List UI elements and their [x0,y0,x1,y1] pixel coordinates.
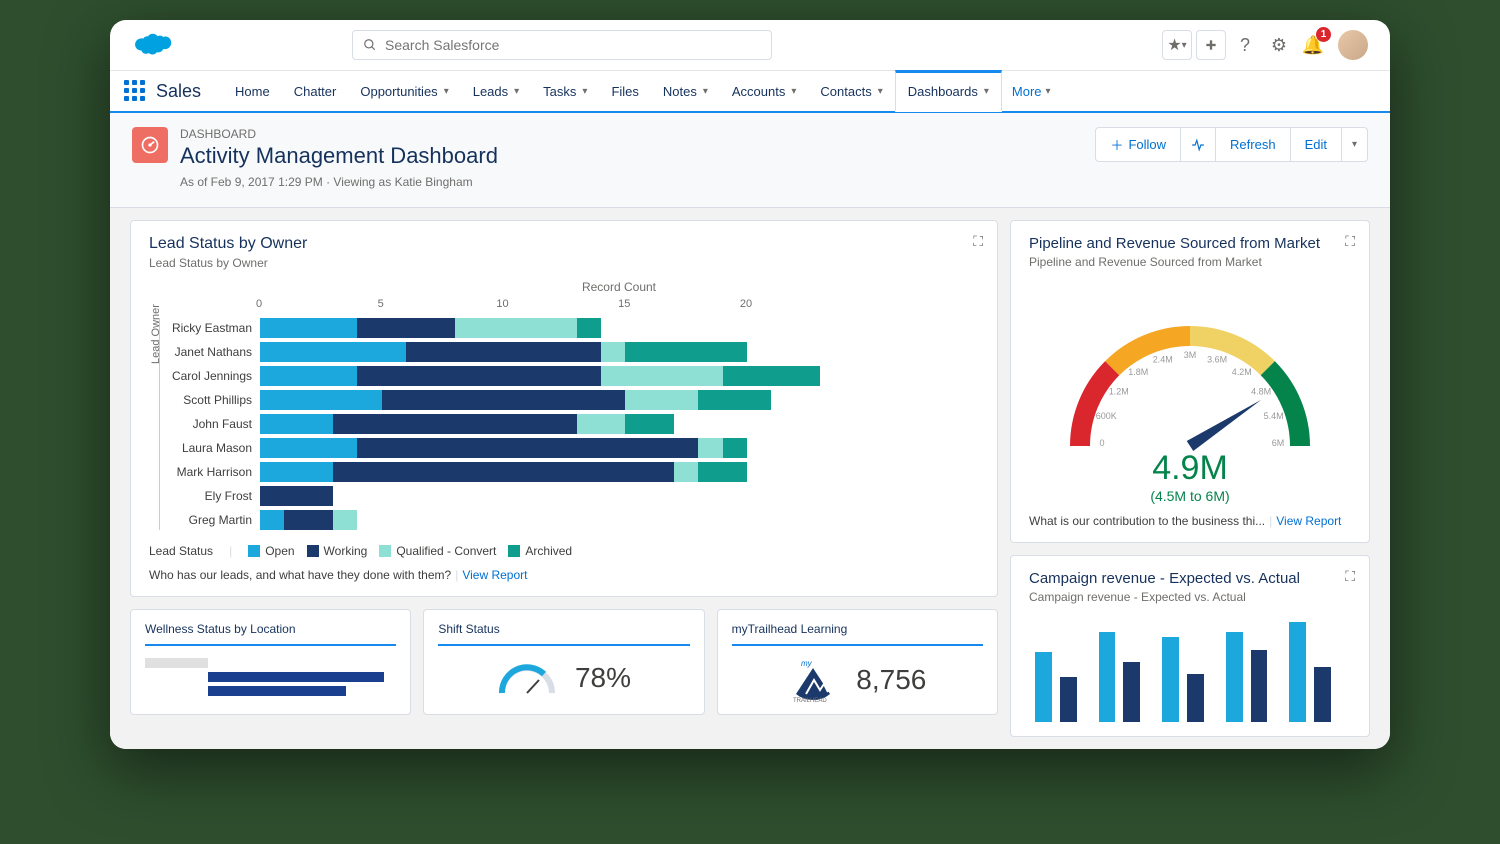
svg-text:6M: 6M [1272,438,1285,448]
chart-row: Ricky Eastman [160,318,979,338]
dashboard-header: DASHBOARD Activity Management Dashboard … [110,113,1390,208]
view-report-link[interactable]: View Report [1276,514,1341,528]
expand-icon[interactable]: ⛶ [1345,568,1355,585]
chart-row: John Faust [160,414,979,434]
svg-text:1.2M: 1.2M [1109,386,1129,396]
nav-item-tasks[interactable]: Tasks▾ [531,70,599,112]
more-actions-button[interactable]: ▾ [1341,127,1368,162]
trailhead-value: 8,756 [856,664,926,696]
nav-item-opportunities[interactable]: Opportunities▾ [348,70,460,112]
chart-row: Laura Mason [160,438,979,458]
search-box[interactable] [352,30,772,60]
pipeline-card: ⛶ Pipeline and Revenue Sourced from Mark… [1010,220,1370,543]
search-input[interactable] [385,37,761,53]
lead-status-chart: Record Count 05101520 Lead Owner Ricky E… [149,280,979,530]
notification-badge: 1 [1316,27,1331,42]
mini-title: Wellness Status by Location [145,622,396,646]
header-meta: As of Feb 9, 2017 1:29 PM · Viewing as K… [180,175,498,189]
chart-row: Greg Martin [160,510,979,530]
nav-item-leads[interactable]: Leads▾ [461,70,531,112]
top-bar: ★ ▾ ? ⚙ 🔔1 [110,20,1390,71]
svg-text:my: my [801,659,813,668]
edit-button[interactable]: Edit [1290,127,1342,162]
svg-text:TRAILHEAD: TRAILHEAD [793,698,827,702]
mini-title: myTrailhead Learning [732,622,983,646]
dashboard-icon [132,127,168,163]
x-axis-title: Record Count [259,280,979,294]
gauge-range: (4.5M to 6M) [1150,488,1229,504]
chart-row: Scott Phillips [160,390,979,410]
shift-gauge-icon [497,658,557,698]
nav-item-files[interactable]: Files [599,70,650,112]
legend: Lead Status| Open Working Qualified - Co… [149,544,979,558]
wellness-chart [145,658,396,696]
svg-text:2.4M: 2.4M [1153,354,1173,364]
help-icon[interactable]: ? [1230,30,1260,60]
y-axis-title: Lead Owner [150,304,162,364]
card-footer: What is our contribution to the business… [1029,514,1351,528]
card-subtitle: Campaign revenue - Expected vs. Actual [1029,590,1351,604]
chart-row: Carol Jennings [160,366,979,386]
refresh-button[interactable]: Refresh [1215,127,1291,162]
card-footer: Who has our leads, and what have they do… [149,568,979,582]
svg-text:600K: 600K [1096,411,1117,421]
follow-button[interactable]: ＋Follow [1095,127,1181,162]
card-title: Pipeline and Revenue Sourced from Market [1029,235,1351,252]
svg-text:1.8M: 1.8M [1128,367,1148,377]
chart-row: Ely Frost [160,486,979,506]
lead-status-card: ⛶ Lead Status by Owner Lead Status by Ow… [130,220,998,597]
nav-bar: Sales HomeChatterOpportunities▾Leads▾Tas… [110,71,1390,113]
campaign-card: ⛶ Campaign revenue - Expected vs. Actual… [1010,555,1370,737]
gauge-value: 4.9M [1152,449,1228,488]
nav-item-contacts[interactable]: Contacts▾ [808,70,894,112]
add-button[interactable] [1196,30,1226,60]
search-icon [363,38,377,52]
chart-row: Mark Harrison [160,462,979,482]
card-title: Lead Status by Owner [149,235,979,253]
svg-text:4.2M: 4.2M [1232,367,1252,377]
settings-icon[interactable]: ⚙ [1264,30,1294,60]
pipeline-gauge: 0 600K 1.2M 1.8M 2.4M 3M 3.6M 4.2M 4.8M 5.4M 6M 4.… [1029,281,1351,504]
favorites-button[interactable]: ★ ▾ [1162,30,1192,60]
card-subtitle: Pipeline and Revenue Sourced from Market [1029,255,1351,269]
activity-button[interactable] [1180,127,1216,162]
shift-status-card: Shift Status 78% [423,609,704,715]
chart-row: Janet Nathans [160,342,979,362]
svg-text:5.4M: 5.4M [1264,411,1284,421]
svg-text:4.8M: 4.8M [1251,386,1271,396]
salesforce-logo-icon [132,31,172,59]
nav-item-dashboards[interactable]: Dashboards▾ [895,70,1002,112]
nav-item-home[interactable]: Home [223,70,282,112]
nav-more[interactable]: More ▾ [1012,84,1051,99]
campaign-chart [1029,622,1351,722]
expand-icon[interactable]: ⛶ [1345,233,1355,250]
app-launcher-icon[interactable] [124,80,146,102]
app-name: Sales [156,81,201,102]
nav-item-notes[interactable]: Notes▾ [651,70,720,112]
svg-text:3M: 3M [1184,350,1197,360]
mini-title: Shift Status [438,622,689,646]
notifications-icon[interactable]: 🔔1 [1298,30,1328,60]
nav-item-accounts[interactable]: Accounts▾ [720,70,809,112]
wellness-card: Wellness Status by Location [130,609,411,715]
svg-text:3.6M: 3.6M [1207,354,1227,364]
shift-value: 78% [575,662,631,694]
view-report-link[interactable]: View Report [462,568,527,582]
header-label: DASHBOARD [180,127,498,141]
trailhead-icon: my TRAILHEAD [788,658,838,702]
card-subtitle: Lead Status by Owner [149,256,979,270]
expand-icon[interactable]: ⛶ [973,233,983,250]
svg-text:0: 0 [1099,438,1104,448]
trailhead-card: myTrailhead Learning my TRAILHEAD 8,756 [717,609,998,715]
nav-item-chatter[interactable]: Chatter [282,70,349,112]
page-title: Activity Management Dashboard [180,143,498,169]
avatar[interactable] [1338,30,1368,60]
card-title: Campaign revenue - Expected vs. Actual [1029,570,1351,587]
